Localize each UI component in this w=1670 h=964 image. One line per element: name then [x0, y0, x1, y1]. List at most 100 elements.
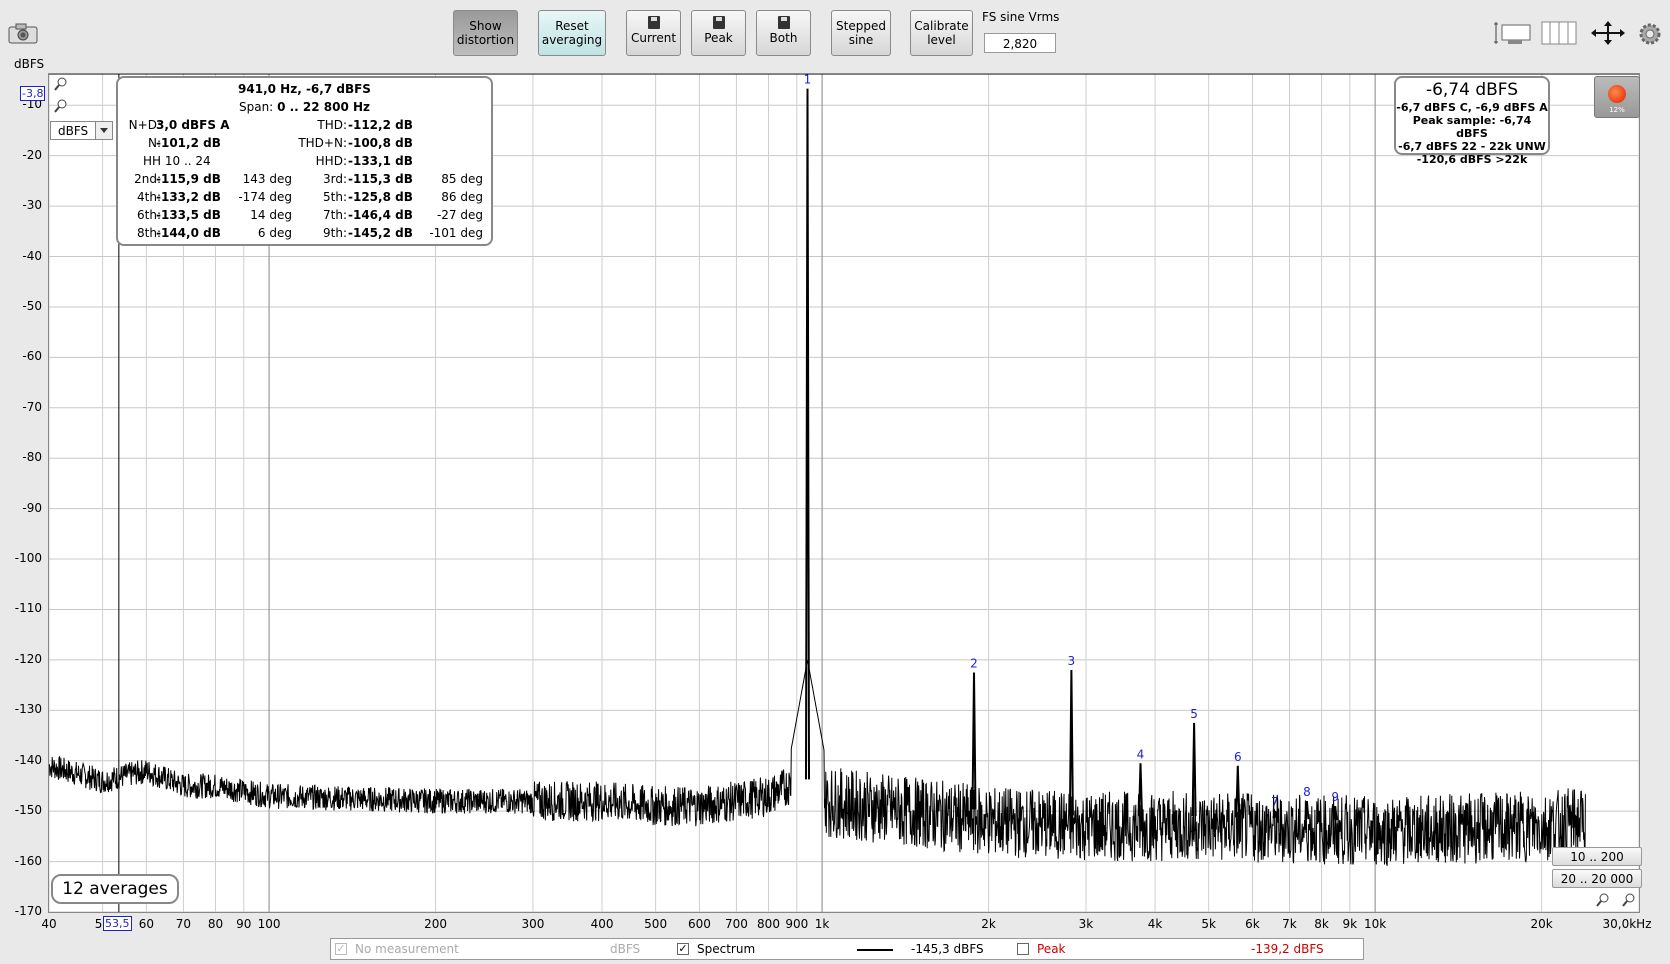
spectrum-label: Spectrum: [697, 942, 756, 956]
calibrate-level-button[interactable]: Calibrate level: [910, 10, 973, 56]
x-tick-label: 300: [521, 917, 545, 931]
range-20-20000-button[interactable]: 20 .. 20 000: [1552, 869, 1642, 888]
y-tick-label: -140: [14, 752, 42, 767]
x-tick-label: 70: [175, 917, 192, 931]
x-tick-label: 100: [257, 917, 281, 931]
x-tick-label: 10k: [1364, 917, 1387, 931]
cursor-x-readout: 53,5: [103, 916, 132, 931]
spectrum-peak: [805, 88, 810, 780]
harmonic-value: -145,2 dB: [348, 226, 413, 240]
thd-label: THD:: [317, 118, 347, 132]
spectrum-peak: [1068, 669, 1074, 816]
x-tick-label: 700: [724, 917, 748, 931]
range-10-200-button[interactable]: 10 .. 200: [1552, 847, 1642, 866]
save-peak-button[interactable]: Peak: [691, 10, 746, 56]
thdn-label: THD+N:: [298, 136, 347, 150]
show-distortion-button[interactable]: Show distortion: [453, 10, 518, 56]
level-line-1: -6,7 dBFS C, -6,9 dBFS A: [1396, 101, 1548, 114]
harmonic-label: 3rd:: [322, 172, 347, 186]
y-tick-label: -40: [22, 248, 42, 263]
n-value: -101,2 dB: [156, 136, 221, 150]
peak-label: Peak: [1037, 942, 1066, 956]
level-line-4: -120,6 dBFS >22k: [1416, 153, 1528, 166]
info-header: 941,0 Hz, -6,7 dBFS: [118, 82, 491, 96]
harmonic-marker-label: 2: [970, 656, 978, 670]
y-tick-label: -70: [22, 399, 42, 414]
harmonic-phase: -101 deg: [429, 226, 483, 240]
save-current-button[interactable]: Current: [626, 10, 681, 56]
spectrum-line-swatch: [857, 949, 893, 951]
span-label: Span:: [238, 100, 274, 114]
harmonic-value: -125,8 dB: [348, 190, 413, 204]
info-span: Span: 0 .. 22 800 Hz: [118, 100, 491, 114]
harmonic-marker-label: 5: [1190, 707, 1198, 721]
hh-label: HH 10 .. 24: [143, 154, 211, 168]
scale-settings-icon[interactable]: [1494, 20, 1532, 46]
record-button[interactable]: 12%: [1594, 76, 1640, 118]
averages-badge: 12 averages: [51, 874, 179, 904]
x-tick-label: 6k: [1245, 917, 1260, 931]
harmonic-label: 7th:: [323, 208, 347, 222]
spectrum-value: -145,3 dBFS: [911, 942, 984, 956]
harmonic-value: -146,4 dB: [348, 208, 413, 222]
zoom-in-icon[interactable]: [54, 77, 68, 91]
y-tick-label: -50: [22, 298, 42, 313]
harmonic-marker-label: 9: [1331, 790, 1339, 804]
harmonic-marker-label: 3: [1068, 654, 1076, 668]
level-main: -6,74 dBFS: [1425, 80, 1519, 100]
harmonic-phase: 86 deg: [441, 190, 483, 204]
fs-sine-input[interactable]: 2,820: [984, 33, 1056, 53]
zoom-out-icon[interactable]: [54, 99, 68, 113]
harmonic-phase: -174 deg: [238, 190, 292, 204]
harmonic-value: -115,3 dB: [348, 172, 413, 186]
harmonic-value: -133,5 dB: [156, 208, 221, 222]
x-zoom-in-icon[interactable]: [1596, 893, 1610, 907]
harmonic-marker-label: 4: [1137, 747, 1145, 761]
harmonic-marker-label: 6: [1234, 750, 1242, 764]
no-measurement-unit: dBFS: [610, 942, 641, 956]
level-line-3: -6,7 dBFS 22 - 22k UNW: [1398, 140, 1546, 153]
save-both-button[interactable]: Both: [756, 10, 811, 56]
distortion-info-box: 941,0 Hz, -6,7 dBFS Span: 0 .. 22 800 Hz…: [116, 76, 493, 246]
cursor-y-readout: -3,8: [20, 86, 46, 101]
x-tick-label: 60: [138, 917, 155, 931]
x-tick-label: 800: [757, 917, 780, 931]
peak-checkbox[interactable]: [1017, 943, 1029, 955]
stepped-sine-button[interactable]: Stepped sine: [831, 10, 891, 56]
hhd-label: HHD:: [315, 154, 347, 168]
gear-icon[interactable]: [1638, 22, 1662, 46]
legend-bar: ✓ No measurement dBFS ✓ Spectrum -145,3 …: [330, 938, 1364, 960]
save-icon: [777, 16, 790, 29]
spectrum-noise-trace: [49, 659, 1586, 866]
save-icon: [712, 16, 725, 29]
x-tick-label: 5k: [1201, 917, 1216, 931]
harmonic-marker-label: 1: [804, 74, 812, 87]
x-tick-label: 40: [41, 917, 57, 931]
y-tick-label: -160: [14, 853, 42, 868]
columns-icon[interactable]: [1541, 20, 1577, 46]
fit-arrows-icon[interactable]: [1590, 20, 1626, 46]
harmonic-phase: 143 deg: [242, 172, 292, 186]
spectrum-peak: [1235, 765, 1241, 818]
camera-icon[interactable]: [8, 22, 38, 44]
y-tick-label: -150: [14, 803, 42, 818]
x-tick-label: 9k: [1342, 917, 1358, 931]
show-distortion-label: Show distortion: [456, 19, 515, 47]
hhd-value: -133,1 dB: [348, 154, 413, 168]
harmonic-marker-label: 7: [1271, 795, 1279, 809]
spectrum-checkbox[interactable]: ✓: [677, 943, 689, 955]
x-tick-label: 80: [207, 917, 224, 931]
unit-select[interactable]: dBFS: [50, 121, 113, 140]
save-current-label: Current: [630, 31, 677, 45]
peak-value: -139,2 dBFS: [1251, 942, 1324, 956]
reset-averaging-button[interactable]: Reset averaging: [538, 10, 606, 56]
x-tick-label: 4k: [1147, 917, 1163, 931]
no-measurement-checkbox[interactable]: ✓: [335, 943, 347, 955]
harmonic-value: -115,9 dB: [156, 172, 221, 186]
x-tick-label: 600: [687, 917, 711, 931]
span-value: 0 .. 22 800 Hz: [277, 100, 371, 114]
harmonic-phase: -27 deg: [436, 208, 483, 222]
x-tick-label: 5: [94, 917, 103, 931]
x-zoom-out-icon[interactable]: [1622, 893, 1636, 907]
level-readout-box: -6,74 dBFS -6,7 dBFS C, -6,9 dBFS A Peak…: [1394, 76, 1550, 166]
